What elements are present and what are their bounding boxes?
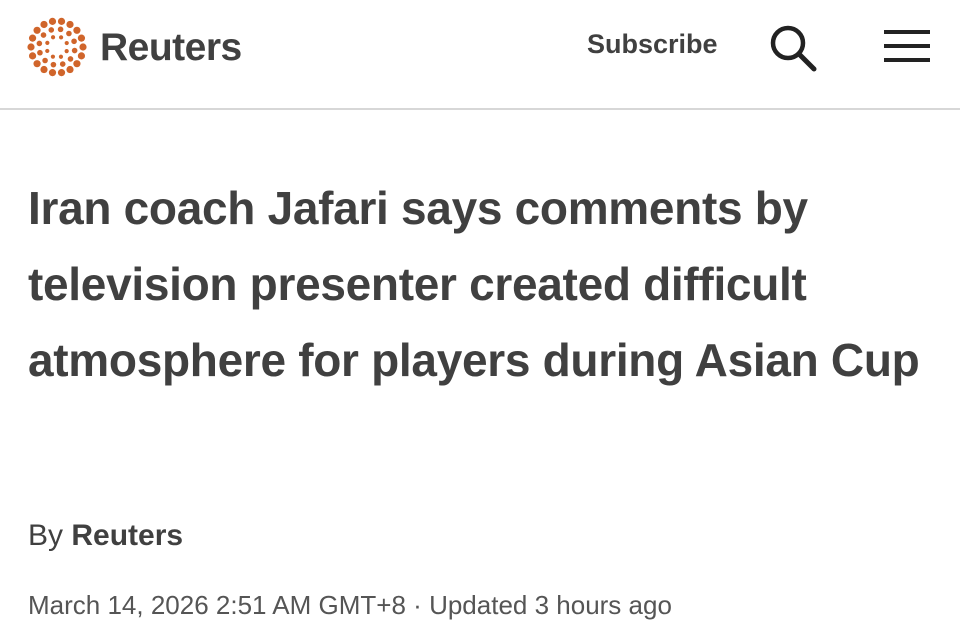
logo-dot xyxy=(77,52,86,60)
logo-dot xyxy=(67,56,74,62)
logo-dot xyxy=(42,57,48,64)
logo-dot xyxy=(36,40,43,47)
article-dateline: March 14, 2026 2:51 AM GMT+8 · Updated 3… xyxy=(28,584,672,626)
logo-dot xyxy=(73,26,81,34)
logo-dot xyxy=(28,34,37,42)
logo-dot xyxy=(57,69,66,77)
logo-dot xyxy=(59,61,66,67)
logo-dot xyxy=(50,35,56,40)
logo-dot xyxy=(58,35,64,40)
search-button[interactable] xyxy=(766,22,822,74)
logo-dot xyxy=(48,27,55,33)
logo-dot xyxy=(73,60,81,68)
menu-button[interactable] xyxy=(880,26,936,66)
logo-dot xyxy=(40,65,48,74)
byline: By Reuters xyxy=(28,512,183,560)
byline-prefix: By xyxy=(28,519,64,552)
logo-dot xyxy=(71,47,78,54)
logo-dot xyxy=(45,40,50,46)
subscribe-button[interactable]: Subscribe xyxy=(587,27,718,61)
logo-dot xyxy=(66,20,74,29)
logo-dot xyxy=(40,32,47,38)
logo-dot xyxy=(40,20,48,29)
hamburger-menu-icon xyxy=(884,30,930,62)
article-headline: Iran coach Jafari says comments by telev… xyxy=(28,182,920,386)
logo-dot xyxy=(33,26,41,34)
updated-time: Updated 3 hours ago xyxy=(429,590,672,620)
dateline-separator: · xyxy=(413,590,422,620)
logo-dot xyxy=(71,38,77,45)
logo-dot xyxy=(66,30,72,37)
logo-dot xyxy=(37,49,43,56)
author-link[interactable]: Reuters xyxy=(71,519,183,552)
reuters-logo[interactable]: Reuters xyxy=(24,12,324,82)
logo-dot xyxy=(33,60,41,68)
logo-dot xyxy=(58,54,64,59)
logo-dot xyxy=(57,17,66,25)
logo-dot xyxy=(48,69,57,77)
published-time: March 14, 2026 2:51 AM GMT+8 xyxy=(28,590,406,620)
logo-text: Reuters xyxy=(100,25,242,69)
logo-dot xyxy=(77,34,86,42)
site-header: Reuters Subscribe xyxy=(0,0,960,110)
logo-dot xyxy=(48,17,57,25)
logo-dot xyxy=(28,52,37,60)
logo-dot xyxy=(50,61,57,68)
logo-dot xyxy=(64,40,69,46)
logo-dot xyxy=(50,54,56,59)
logo-dot xyxy=(27,43,35,51)
logo-dot xyxy=(66,65,74,74)
search-icon xyxy=(770,25,817,72)
logo-dot xyxy=(64,48,69,54)
logo-dot xyxy=(57,26,64,33)
logo-dot xyxy=(45,48,50,54)
reuters-logo-mark-icon xyxy=(27,17,87,77)
logo-dot xyxy=(79,43,87,51)
